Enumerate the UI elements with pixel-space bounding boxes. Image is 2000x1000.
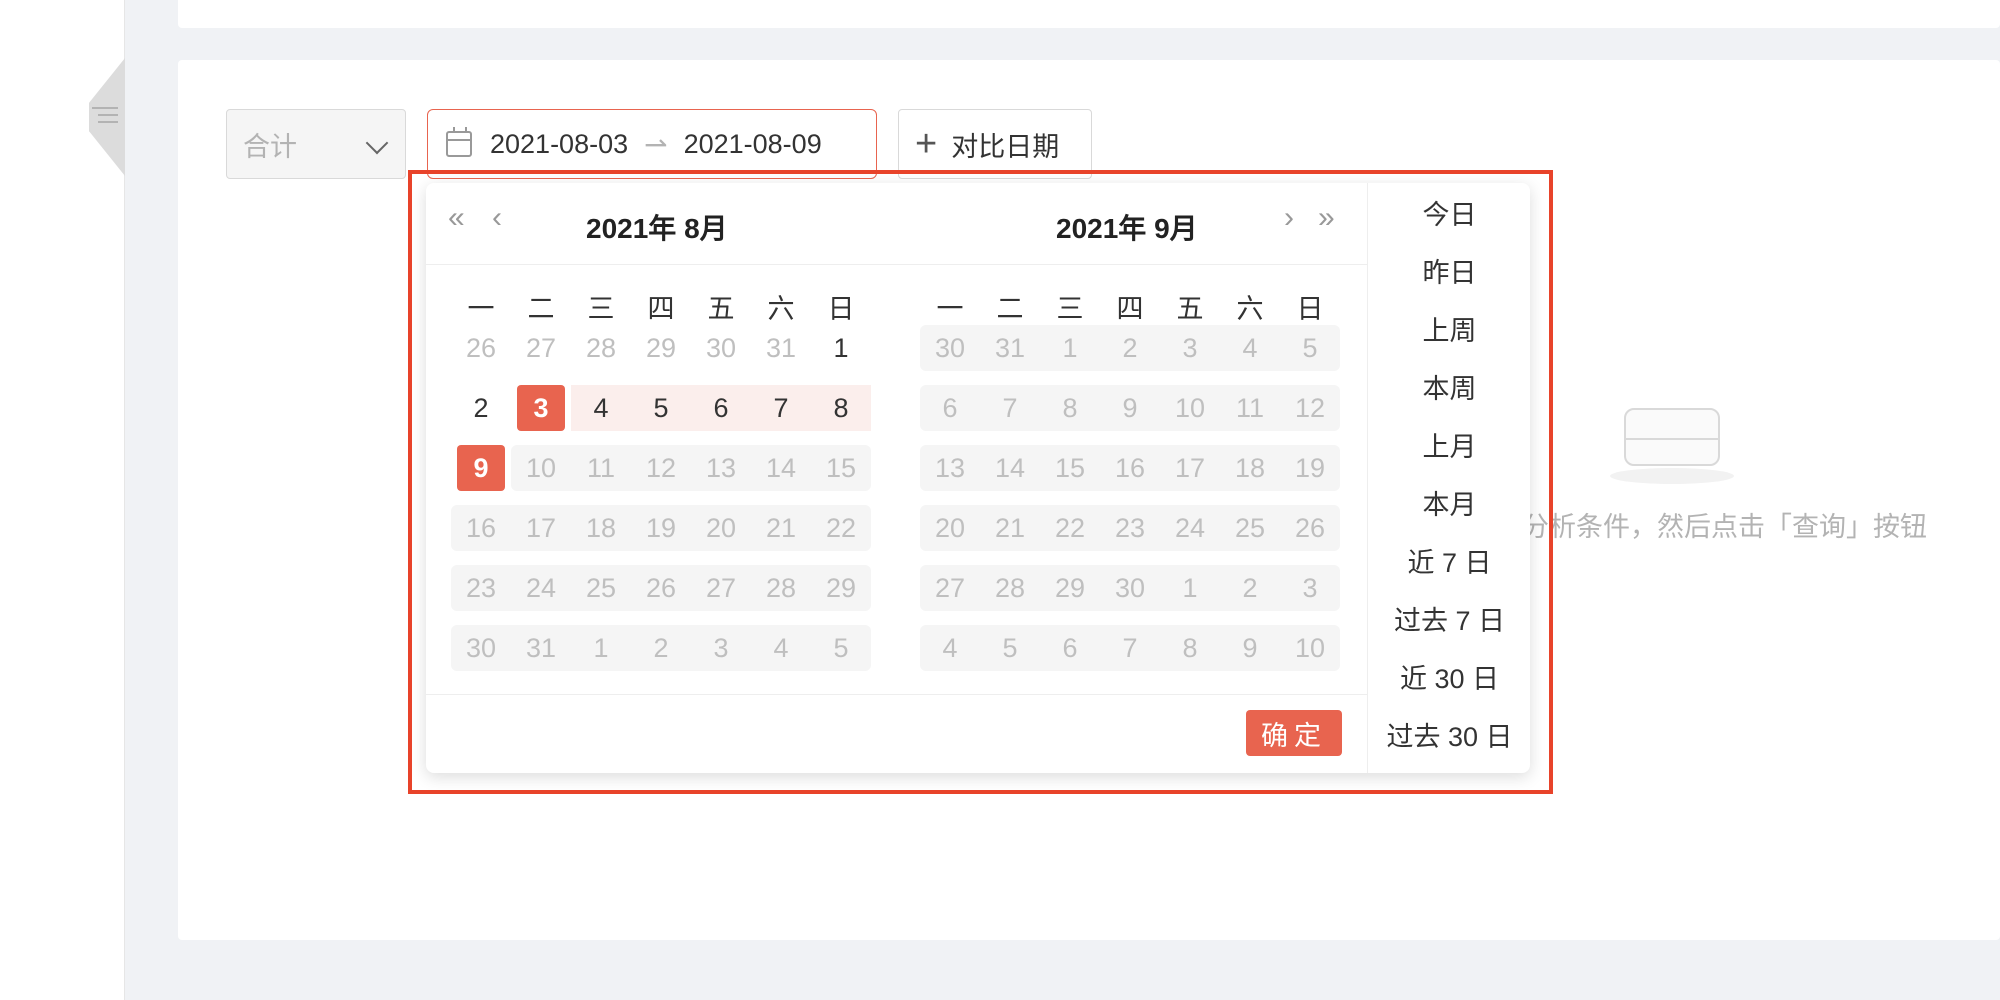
range-end-date[interactable]: 2021-08-09 — [684, 129, 822, 160]
date-range-input[interactable]: 2021-08-03 ⇀ 2021-08-09 — [427, 109, 877, 179]
plus-icon: + — [915, 122, 938, 165]
menu-fold-icon[interactable] — [92, 102, 118, 128]
empty-state-text: 分析条件，然后点击「查询」按钮 — [1522, 512, 1927, 542]
aggregate-select-value: 合计 — [243, 131, 297, 162]
aggregate-select[interactable]: 合计 — [226, 109, 406, 179]
chevron-down-icon — [365, 131, 389, 155]
calendar-icon — [446, 127, 472, 157]
compare-date-label: 对比日期 — [951, 131, 1060, 162]
empty-inbox-icon — [1610, 400, 1734, 484]
compare-date-button[interactable]: + 对比日期 — [898, 109, 1092, 179]
top-card — [178, 0, 2000, 28]
range-start-date[interactable]: 2021-08-03 — [490, 129, 628, 160]
highlight-frame — [408, 170, 1553, 794]
range-separator-icon: ⇀ — [644, 128, 668, 160]
